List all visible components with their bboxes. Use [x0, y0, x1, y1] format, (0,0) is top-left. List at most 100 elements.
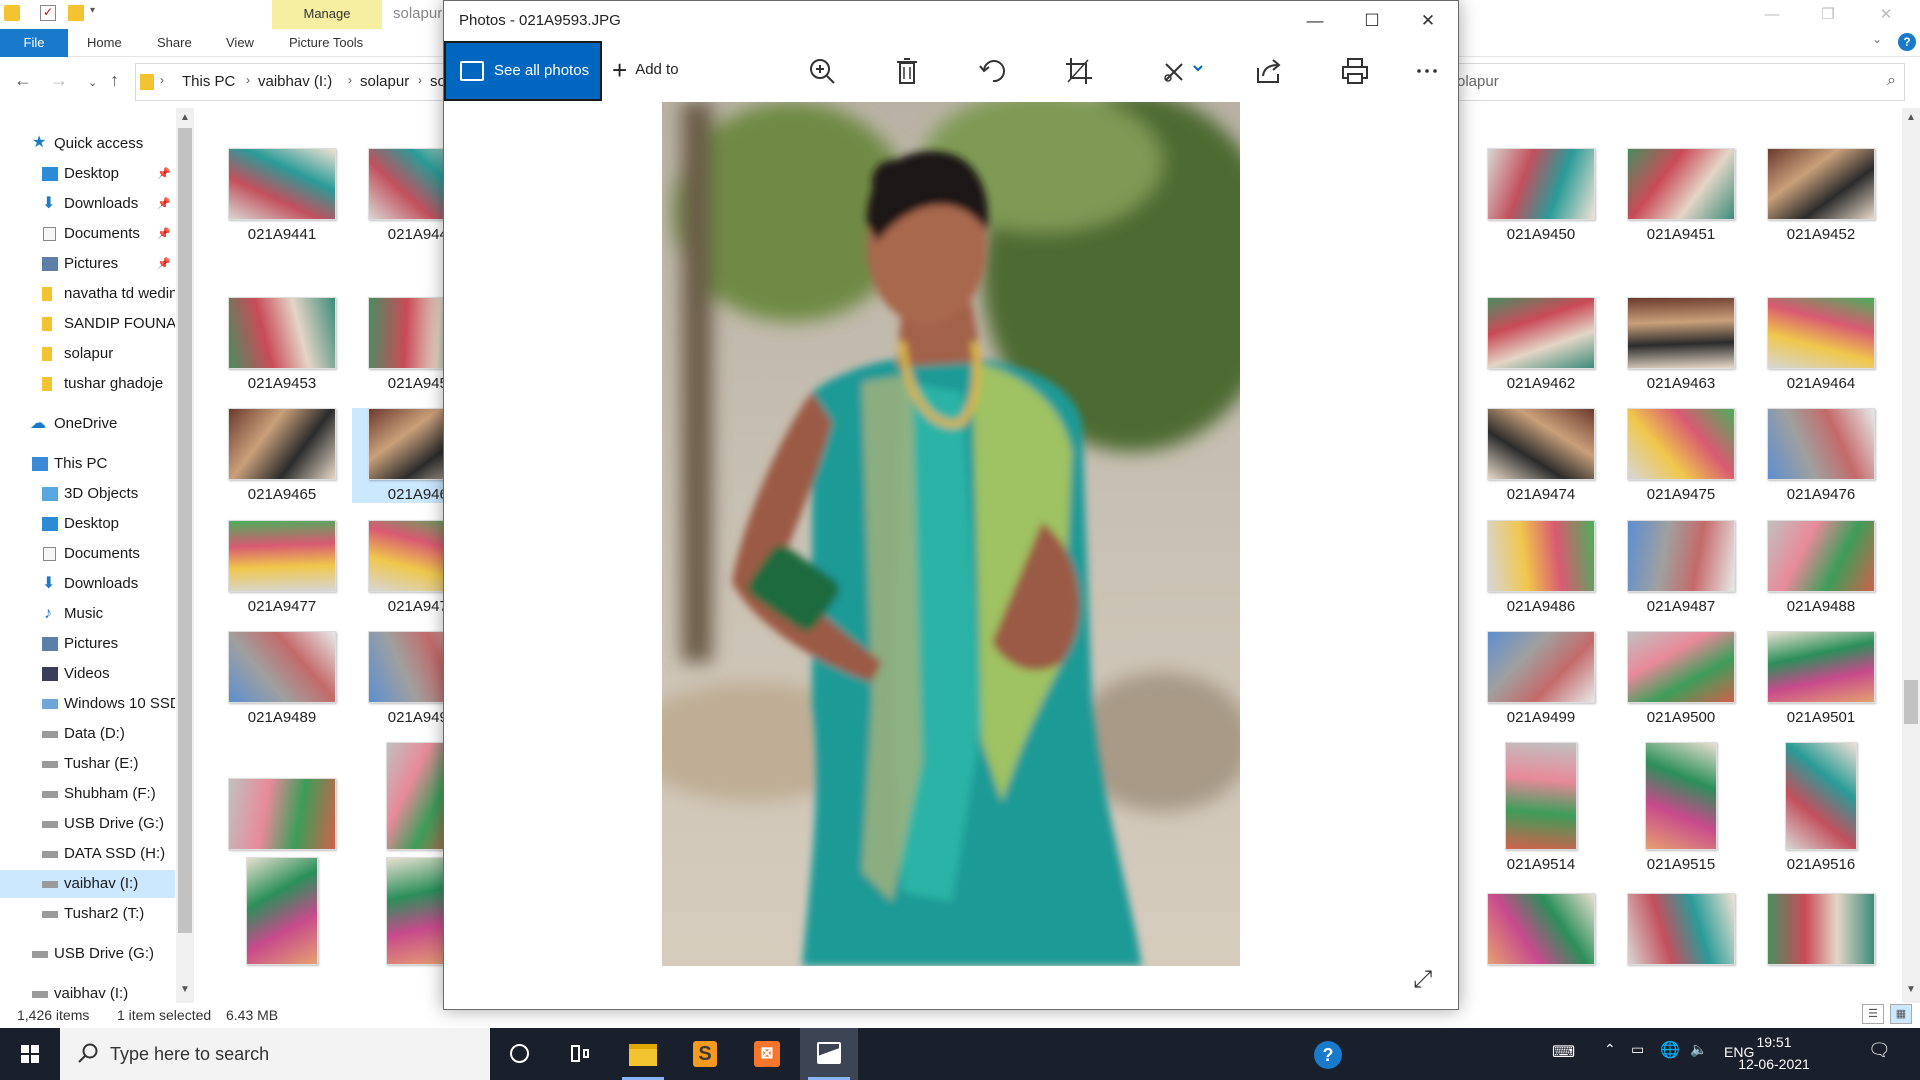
touch-keyboard-icon[interactable]: ⌨: [1552, 1042, 1575, 1062]
nav-music[interactable]: ♪ Music: [0, 600, 175, 628]
windows-start-icon[interactable]: [0, 1028, 60, 1080]
nav-folder[interactable]: SANDIP FOUNAD: [0, 310, 175, 338]
nav-pc-pictures[interactable]: Pictures: [0, 630, 175, 658]
nav-onedrive[interactable]: ☁ OneDrive: [0, 410, 175, 438]
file-thumbnail[interactable]: 021A9476: [1751, 408, 1891, 503]
nav-drive[interactable]: Tushar2 (T:): [0, 900, 175, 928]
photos-maximize-icon[interactable]: ☐: [1345, 2, 1399, 40]
picture-tools-tab[interactable]: Picture Tools: [289, 29, 363, 57]
volume-icon[interactable]: 🔈: [1690, 1041, 1707, 1058]
breadcrumb-separator-icon[interactable]: ›: [418, 73, 422, 87]
notifications-icon[interactable]: 🗨: [1868, 1040, 1891, 1061]
file-thumbnail[interactable]: 021A9489: [212, 631, 352, 726]
details-view-icon[interactable]: ☰: [1862, 1004, 1884, 1024]
file-thumbnail[interactable]: 021A9475: [1611, 408, 1751, 503]
breadcrumb-solapur[interactable]: solapur: [360, 73, 409, 90]
delete-icon[interactable]: [890, 56, 924, 86]
nav-scroll-thumb[interactable]: [178, 128, 192, 933]
explorer-minimize-icon[interactable]: —: [1752, 2, 1792, 28]
print-icon[interactable]: [1338, 56, 1372, 86]
share-icon[interactable]: [1252, 56, 1286, 86]
sublime-text-icon[interactable]: S: [676, 1028, 734, 1080]
file-thumbnail[interactable]: 021A9477: [212, 520, 352, 615]
share-tab[interactable]: Share: [157, 29, 192, 57]
breadcrumb-separator-icon[interactable]: ›: [160, 73, 164, 87]
view-tab[interactable]: View: [226, 29, 254, 57]
help-icon[interactable]: ?: [1898, 33, 1916, 51]
breadcrumb-separator-icon[interactable]: ›: [246, 73, 250, 87]
zoom-in-icon[interactable]: [806, 56, 840, 86]
explorer-restore-icon[interactable]: ❐: [1808, 2, 1848, 28]
file-thumbnail[interactable]: 021A9450: [1471, 148, 1611, 243]
file-thumbnail[interactable]: 021A9463: [1611, 297, 1751, 392]
nav-usb-drive[interactable]: USB Drive (G:): [0, 940, 175, 968]
file-thumbnail[interactable]: 021A9500: [1611, 631, 1751, 726]
properties-icon[interactable]: ✓: [40, 5, 56, 21]
file-thumbnail[interactable]: 021A9453: [212, 297, 352, 392]
nav-pc-documents[interactable]: Documents: [0, 540, 175, 568]
scroll-down-icon[interactable]: ▼: [180, 984, 190, 995]
nav-drive[interactable]: Shubham (F:): [0, 780, 175, 808]
nav-folder[interactable]: navatha td weding: [0, 280, 175, 308]
xampp-icon[interactable]: ⊠: [738, 1028, 796, 1080]
clock-time[interactable]: 19:51: [1744, 1034, 1804, 1050]
nav-drive[interactable]: Windows 10 SSD: [0, 690, 175, 718]
nav-drive[interactable]: Tushar (E:): [0, 750, 175, 778]
recent-locations-icon[interactable]: ⌄: [88, 76, 97, 89]
explorer-close-icon[interactable]: ✕: [1866, 2, 1906, 28]
task-view-icon[interactable]: [550, 1028, 608, 1080]
add-to-button[interactable]: + Add to: [612, 55, 679, 86]
photos-taskbar-icon[interactable]: [800, 1028, 858, 1080]
nav-folder[interactable]: tushar ghadoje: [0, 370, 175, 398]
file-thumbnail[interactable]: 021A9487: [1611, 520, 1751, 615]
file-thumbnail[interactable]: [1471, 893, 1611, 965]
crop-icon[interactable]: [1062, 56, 1096, 86]
file-thumbnail[interactable]: [1751, 893, 1891, 965]
new-folder-icon[interactable]: [68, 5, 84, 21]
nav-videos[interactable]: Videos: [0, 660, 175, 688]
scroll-down-icon[interactable]: ▼: [1906, 984, 1916, 995]
large-icons-view-icon[interactable]: ▦: [1890, 1004, 1912, 1024]
file-thumbnail[interactable]: 021A9464: [1751, 297, 1891, 392]
breadcrumb-this-pc[interactable]: This PC: [182, 73, 235, 90]
file-thumbnail[interactable]: [212, 857, 352, 965]
network-icon[interactable]: 🌐: [1660, 1040, 1680, 1060]
nav-drive[interactable]: DATA SSD (H:): [0, 840, 175, 868]
file-thumbnail[interactable]: 021A9515: [1611, 742, 1751, 873]
file-thumbnail[interactable]: 021A9451: [1611, 148, 1751, 243]
search-icon[interactable]: ⌕: [1887, 72, 1896, 90]
rotate-icon[interactable]: [976, 56, 1010, 86]
file-thumbnail[interactable]: 021A9462: [1471, 297, 1611, 392]
main-scroll-thumb[interactable]: [1904, 680, 1918, 724]
home-tab[interactable]: Home: [87, 29, 122, 57]
back-icon[interactable]: ←: [14, 70, 32, 91]
clock-date[interactable]: 12-06-2021: [1734, 1056, 1814, 1072]
scroll-up-icon[interactable]: ▲: [1906, 112, 1916, 123]
file-thumbnail[interactable]: 021A9465: [212, 408, 352, 503]
nav-drive-selected[interactable]: vaibhav (I:): [0, 870, 175, 898]
breadcrumb-separator-icon[interactable]: ›: [348, 73, 352, 87]
address-bar[interactable]: › This PC › vaibhav (I:) › solapur › so: [135, 63, 446, 101]
show-hidden-icons-icon[interactable]: ⌃: [1604, 1041, 1616, 1058]
manage-tab[interactable]: Manage: [272, 0, 382, 29]
breadcrumb-vaibhav[interactable]: vaibhav (I:): [258, 73, 332, 90]
file-thumbnail[interactable]: 021A9486: [1471, 520, 1611, 615]
file-thumbnail[interactable]: 021A9516: [1751, 742, 1891, 873]
file-tab[interactable]: File: [0, 29, 68, 57]
nav-pc-desktop[interactable]: Desktop: [0, 510, 175, 538]
file-thumbnail[interactable]: 021A9514: [1471, 742, 1611, 873]
forward-icon[interactable]: →: [50, 70, 68, 91]
fullscreen-expand-icon[interactable]: ⤢: [1413, 966, 1432, 994]
nav-pc-downloads[interactable]: ⬇ Downloads: [0, 570, 175, 598]
more-icon[interactable]: [1410, 56, 1444, 86]
see-all-photos-button[interactable]: See all photos: [444, 41, 602, 101]
nav-desktop[interactable]: Desktop 📌: [0, 160, 175, 188]
customize-qat-icon[interactable]: ▾: [90, 5, 106, 21]
scroll-up-icon[interactable]: ▲: [180, 112, 190, 123]
nav-3d-objects[interactable]: 3D Objects: [0, 480, 175, 508]
file-thumbnail[interactable]: 021A9488: [1751, 520, 1891, 615]
nav-drive[interactable]: Data (D:): [0, 720, 175, 748]
nav-folder[interactable]: solapur: [0, 340, 175, 368]
up-icon[interactable]: ↑: [110, 70, 119, 91]
nav-downloads[interactable]: ⬇ Downloads 📌: [0, 190, 175, 218]
